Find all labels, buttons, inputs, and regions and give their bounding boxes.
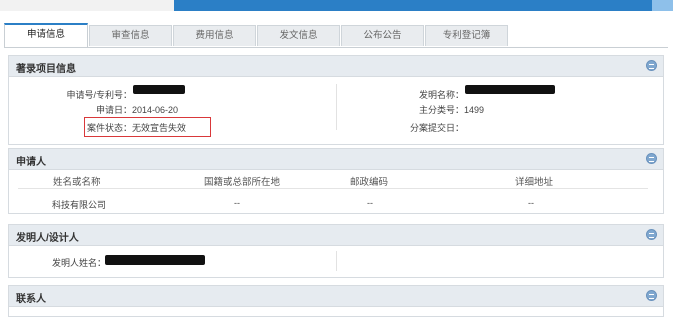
table-cell-name: 科技有限公司 (52, 200, 107, 210)
column-header-postcode: 邮政编码 (350, 177, 389, 188)
column-header-address: 详细地址 (515, 177, 554, 188)
inventor-name-label: 发明人姓名： (52, 258, 107, 268)
column-header-name: 姓名或名称 (53, 177, 101, 188)
section-title: 著录项目信息 (16, 64, 76, 75)
tab-fee-info[interactable]: 费用信息 (173, 25, 256, 46)
collapse-icon[interactable] (646, 153, 657, 164)
section-header-contact[interactable]: 联系人 (9, 286, 663, 307)
highlight-box (84, 117, 211, 137)
section-header-inventor[interactable]: 发明人/设计人 (9, 225, 663, 246)
table-cell-address: -- (528, 198, 534, 208)
table-cell-postcode: -- (367, 198, 373, 208)
collapse-icon[interactable] (646, 229, 657, 240)
main-class-row: 主分类号：1499 (390, 103, 484, 116)
column-divider (336, 84, 337, 130)
divisional-date-label: 分案提交日： (409, 123, 464, 133)
tab-publication-notice[interactable]: 公布公告 (341, 25, 424, 46)
inventor-name-row: 发明人姓名： (52, 256, 107, 269)
table-cell-nationality: -- (234, 198, 240, 208)
tab-examination-info[interactable]: 审查信息 (89, 25, 172, 46)
application-date-row: 申请日：2014-06-20 (52, 103, 178, 116)
main-class-label: 主分类号： (418, 105, 464, 115)
redacted-application-number (133, 85, 185, 94)
section-title: 发明人/设计人 (16, 233, 79, 244)
collapse-icon[interactable] (646, 60, 657, 71)
column-divider (336, 251, 337, 271)
section-contact: 联系人 (8, 285, 664, 317)
divisional-date-row: 分案提交日： (390, 121, 464, 134)
application-number-label: 申请号/专利号： (66, 90, 132, 100)
invention-name-label: 发明名称： (418, 90, 464, 100)
application-date-label: 申请日： (95, 105, 132, 115)
application-date-value: 2014-06-20 (132, 105, 179, 115)
main-class-value: 1499 (464, 105, 485, 115)
top-banner (0, 0, 673, 11)
section-header-bibliographic[interactable]: 著录项目信息 (9, 56, 663, 77)
collapse-icon[interactable] (646, 290, 657, 301)
tab-underline (4, 47, 668, 48)
top-banner-light (0, 0, 174, 11)
section-applicant: 申请人 (8, 148, 664, 214)
section-title: 申请人 (16, 157, 46, 168)
tab-dispatch-info[interactable]: 发文信息 (257, 25, 340, 46)
application-number-row: 申请号/专利号： (52, 88, 132, 101)
tab-bar: 申请信息 审查信息 费用信息 发文信息 公布公告 专利登记簿 (4, 23, 668, 47)
redacted-inventor-name (105, 255, 205, 265)
table-header-divider (18, 188, 648, 189)
section-title: 联系人 (16, 294, 46, 305)
redacted-invention-name (465, 85, 555, 94)
section-header-applicant[interactable]: 申请人 (9, 149, 663, 170)
invention-name-row: 发明名称： (390, 88, 464, 101)
column-header-nationality: 国籍或总部所在地 (204, 177, 281, 188)
tab-patent-register[interactable]: 专利登记簿 (425, 25, 508, 46)
top-banner-corner (652, 0, 673, 11)
tab-application-info[interactable]: 申请信息 (4, 23, 88, 47)
